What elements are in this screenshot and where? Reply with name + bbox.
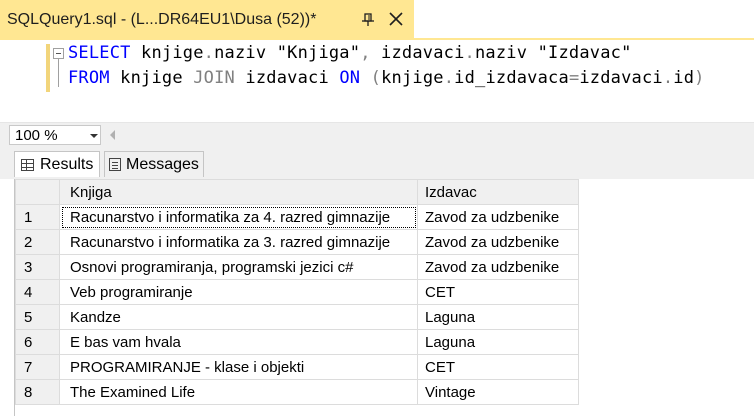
cell-knjiga[interactable]: The Examined Life: [59, 379, 418, 405]
cell-izdavac[interactable]: Vintage: [417, 379, 579, 405]
scroll-left-icon[interactable]: [110, 130, 115, 140]
header-row: Knjiga Izdavac: [15, 179, 579, 205]
row-number-header[interactable]: [15, 179, 60, 205]
pin-icon[interactable]: [360, 11, 376, 27]
sql-editor[interactable]: SELECT knjige.naziv "Knjiga", izdavaci.n…: [0, 40, 754, 122]
cell-knjiga[interactable]: E bas vam hvala: [59, 329, 418, 355]
tab-messages[interactable]: Messages: [104, 151, 204, 177]
code-line-1: SELECT knjige.naziv "Knjiga", izdavaci.n…: [68, 43, 632, 63]
cell-izdavac[interactable]: CET: [417, 279, 579, 305]
column-header-knjiga[interactable]: Knjiga: [59, 179, 418, 205]
row-number[interactable]: 1: [15, 204, 60, 230]
table-row[interactable]: 2 Racunarstvo i informatika za 3. razred…: [15, 229, 579, 255]
document-tab[interactable]: SQLQuery1.sql - (L...DR64EU1\Dusa (52))*: [0, 0, 414, 38]
results-table: Knjiga Izdavac 1 Racunarstvo i informati…: [15, 179, 579, 405]
cell-knjiga[interactable]: Osnovi programiranja, programski jezici …: [59, 254, 418, 280]
results-tab-strip: Results Messages: [0, 147, 754, 179]
table-row[interactable]: 3 Osnovi programiranja, programski jezic…: [15, 254, 579, 280]
table-row[interactable]: 1 Racunarstvo i informatika za 4. razred…: [15, 204, 579, 230]
row-number[interactable]: 2: [15, 229, 60, 255]
document-tab-title: SQLQuery1.sql - (L...DR64EU1\Dusa (52))*: [7, 11, 317, 28]
results-grid[interactable]: Knjiga Izdavac 1 Racunarstvo i informati…: [14, 179, 754, 416]
chevron-down-icon: [90, 134, 98, 138]
table-row[interactable]: 5 Kandze Laguna: [15, 304, 579, 330]
row-number[interactable]: 3: [15, 254, 60, 280]
column-header-izdavac[interactable]: Izdavac: [417, 179, 579, 205]
row-number[interactable]: 8: [15, 379, 60, 405]
cell-knjiga[interactable]: Racunarstvo i informatika za 4. razred g…: [59, 204, 418, 230]
cell-izdavac[interactable]: Zavod za udzbenike: [417, 254, 579, 280]
fold-guide-line: [58, 59, 59, 87]
table-row[interactable]: 6 E bas vam hvala Laguna: [15, 329, 579, 355]
cell-izdavac[interactable]: Laguna: [417, 329, 579, 355]
zoom-bar: 100 %: [0, 122, 754, 147]
changed-lines-marker: [46, 44, 50, 92]
table-row[interactable]: 8 The Examined Life Vintage: [15, 379, 579, 405]
table-row[interactable]: 7 PROGRAMIRANJE - klase i objekti CET: [15, 354, 579, 380]
zoom-dropdown[interactable]: 100 %: [9, 125, 101, 145]
cell-knjiga[interactable]: Kandze: [59, 304, 418, 330]
row-number[interactable]: 5: [15, 304, 60, 330]
cell-izdavac[interactable]: Laguna: [417, 304, 579, 330]
cell-knjiga[interactable]: PROGRAMIRANJE - klase i objekti: [59, 354, 418, 380]
cell-izdavac[interactable]: CET: [417, 354, 579, 380]
cell-knjiga[interactable]: Veb programiranje: [59, 279, 418, 305]
table-row[interactable]: 4 Veb programiranje CET: [15, 279, 579, 305]
tab-messages-label: Messages: [126, 155, 199, 173]
zoom-value: 100 %: [15, 127, 58, 144]
messages-icon: [109, 158, 121, 171]
row-number[interactable]: 4: [15, 279, 60, 305]
row-number[interactable]: 7: [15, 354, 60, 380]
tab-results-label: Results: [40, 155, 94, 173]
cell-knjiga[interactable]: Racunarstvo i informatika za 3. razred g…: [59, 229, 418, 255]
collapse-toggle-icon[interactable]: [53, 48, 64, 59]
close-icon[interactable]: [388, 11, 404, 27]
code-line-2: FROM knjige JOIN izdavaci ON (knjige.id_…: [68, 68, 705, 88]
cell-izdavac[interactable]: Zavod za udzbenike: [417, 204, 579, 230]
tab-results[interactable]: Results: [14, 151, 100, 177]
cell-izdavac[interactable]: Zavod za udzbenike: [417, 229, 579, 255]
grid-icon: [21, 158, 34, 171]
row-number[interactable]: 6: [15, 329, 60, 355]
